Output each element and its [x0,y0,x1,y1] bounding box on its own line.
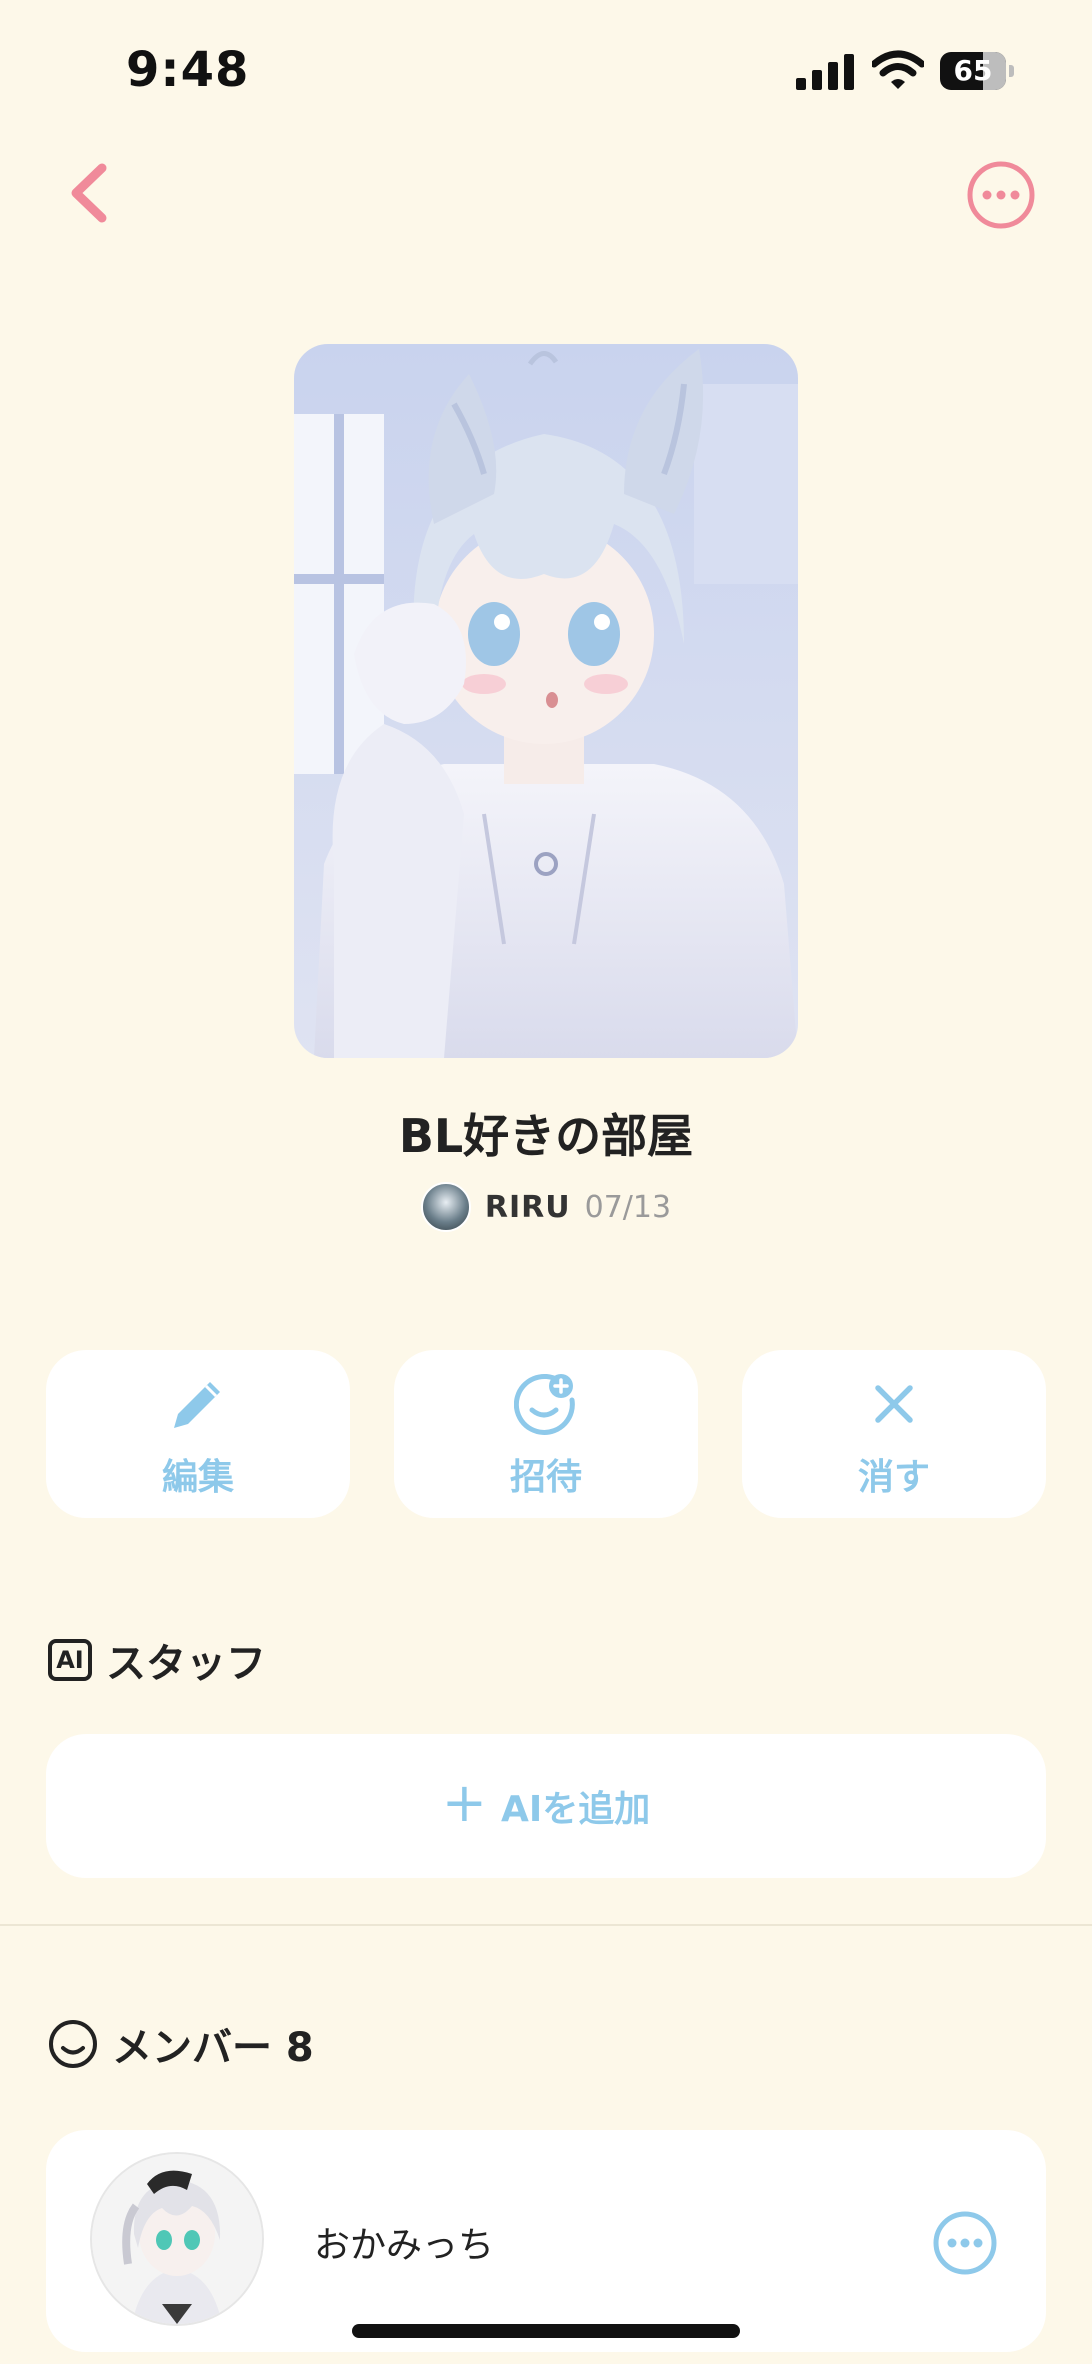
member-list-item[interactable]: おかみっち [46,2130,1046,2352]
smiley-face-icon [49,2020,97,2068]
member-more-button[interactable] [932,2210,998,2276]
add-ai-button[interactable]: + AIを追加 [46,1734,1046,1878]
back-button[interactable] [62,160,118,226]
ai-icon: AI [48,1639,92,1681]
creator-avatar[interactable] [420,1182,471,1232]
edit-label: 編集 [161,1457,234,1498]
created-date: 07/13 [584,1189,672,1225]
member-avatar[interactable] [90,2152,264,2326]
cellular-signal-icon [796,54,854,90]
room-cover-image [294,344,798,1058]
members-section-title: メンバー 8 [112,2025,314,2071]
home-indicator [352,2324,740,2338]
room-title: BL好きの部屋 [398,1109,694,1163]
battery-indicator: 65 [940,52,1014,90]
more-options-button[interactable] [966,160,1036,230]
invite-label: 招待 [509,1457,582,1498]
invite-button[interactable]: 招待 [394,1350,698,1518]
creator-name[interactable]: RIRU [485,1190,571,1225]
add-friend-icon [514,1373,575,1435]
staff-section-title: スタッフ [106,1641,266,1687]
staff-section-header: AI スタッフ [48,1630,266,1690]
delete-label: 消す [857,1457,930,1498]
delete-button[interactable]: 消す [742,1350,1046,1518]
creator-info[interactable]: RIRU 07/13 [0,1180,1092,1234]
close-icon [875,1385,913,1423]
wifi-icon [872,50,924,89]
section-divider [0,1924,1092,1926]
edit-button[interactable]: 編集 [46,1350,350,1518]
members-section-header: メンバー 8 [48,2014,314,2074]
plus-icon: + [441,1771,487,1834]
pencil-icon [174,1382,220,1428]
member-name: おかみっち [314,2225,495,2266]
add-ai-label: AIを追加 [500,1789,651,1830]
status-time: 9:48 [126,42,250,98]
battery-level: 65 [953,54,993,87]
